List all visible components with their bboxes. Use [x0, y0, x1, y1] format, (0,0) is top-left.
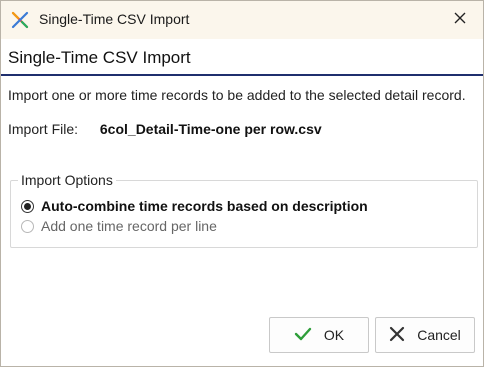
- radio-one-per-line-label: Add one time record per line: [41, 218, 217, 234]
- close-icon: [454, 11, 466, 29]
- dialog-header: Single-Time CSV Import: [1, 39, 483, 76]
- checkmark-icon: [294, 327, 324, 344]
- radio-auto-combine-label: Auto-combine time records based on descr…: [41, 198, 368, 214]
- import-options-legend: Import Options: [18, 172, 116, 188]
- window-title: Single-Time CSV Import: [39, 11, 190, 27]
- radio-auto-combine[interactable]: Auto-combine time records based on descr…: [21, 196, 368, 216]
- import-dialog: Single-Time CSV Import Single-Time CSV I…: [0, 0, 484, 367]
- dialog-content: Import one or more time records to be ad…: [8, 85, 476, 137]
- radio-one-per-line[interactable]: Add one time record per line: [21, 216, 217, 236]
- app-logo-icon: [11, 11, 29, 29]
- import-file-row: Import File: 6col_Detail-Time-one per ro…: [8, 121, 476, 137]
- import-file-label: Import File:: [8, 121, 79, 137]
- cancel-button[interactable]: Cancel: [375, 317, 475, 353]
- ok-button-label: OK: [323, 327, 345, 343]
- cancel-button-label: Cancel: [417, 327, 461, 343]
- title-bar: Single-Time CSV Import: [1, 1, 483, 39]
- radio-selected-icon[interactable]: [21, 199, 34, 213]
- close-button[interactable]: [447, 7, 473, 33]
- import-options-group: Import Options Auto-combine time records…: [10, 172, 478, 248]
- radio-unselected-icon[interactable]: [21, 219, 34, 233]
- description-text: Import one or more time records to be ad…: [8, 87, 466, 103]
- dialog-heading: Single-Time CSV Import: [8, 48, 191, 67]
- import-file-name: 6col_Detail-Time-one per row.csv: [99, 121, 322, 137]
- cancel-x-icon: [389, 326, 417, 345]
- ok-button[interactable]: OK: [269, 317, 369, 353]
